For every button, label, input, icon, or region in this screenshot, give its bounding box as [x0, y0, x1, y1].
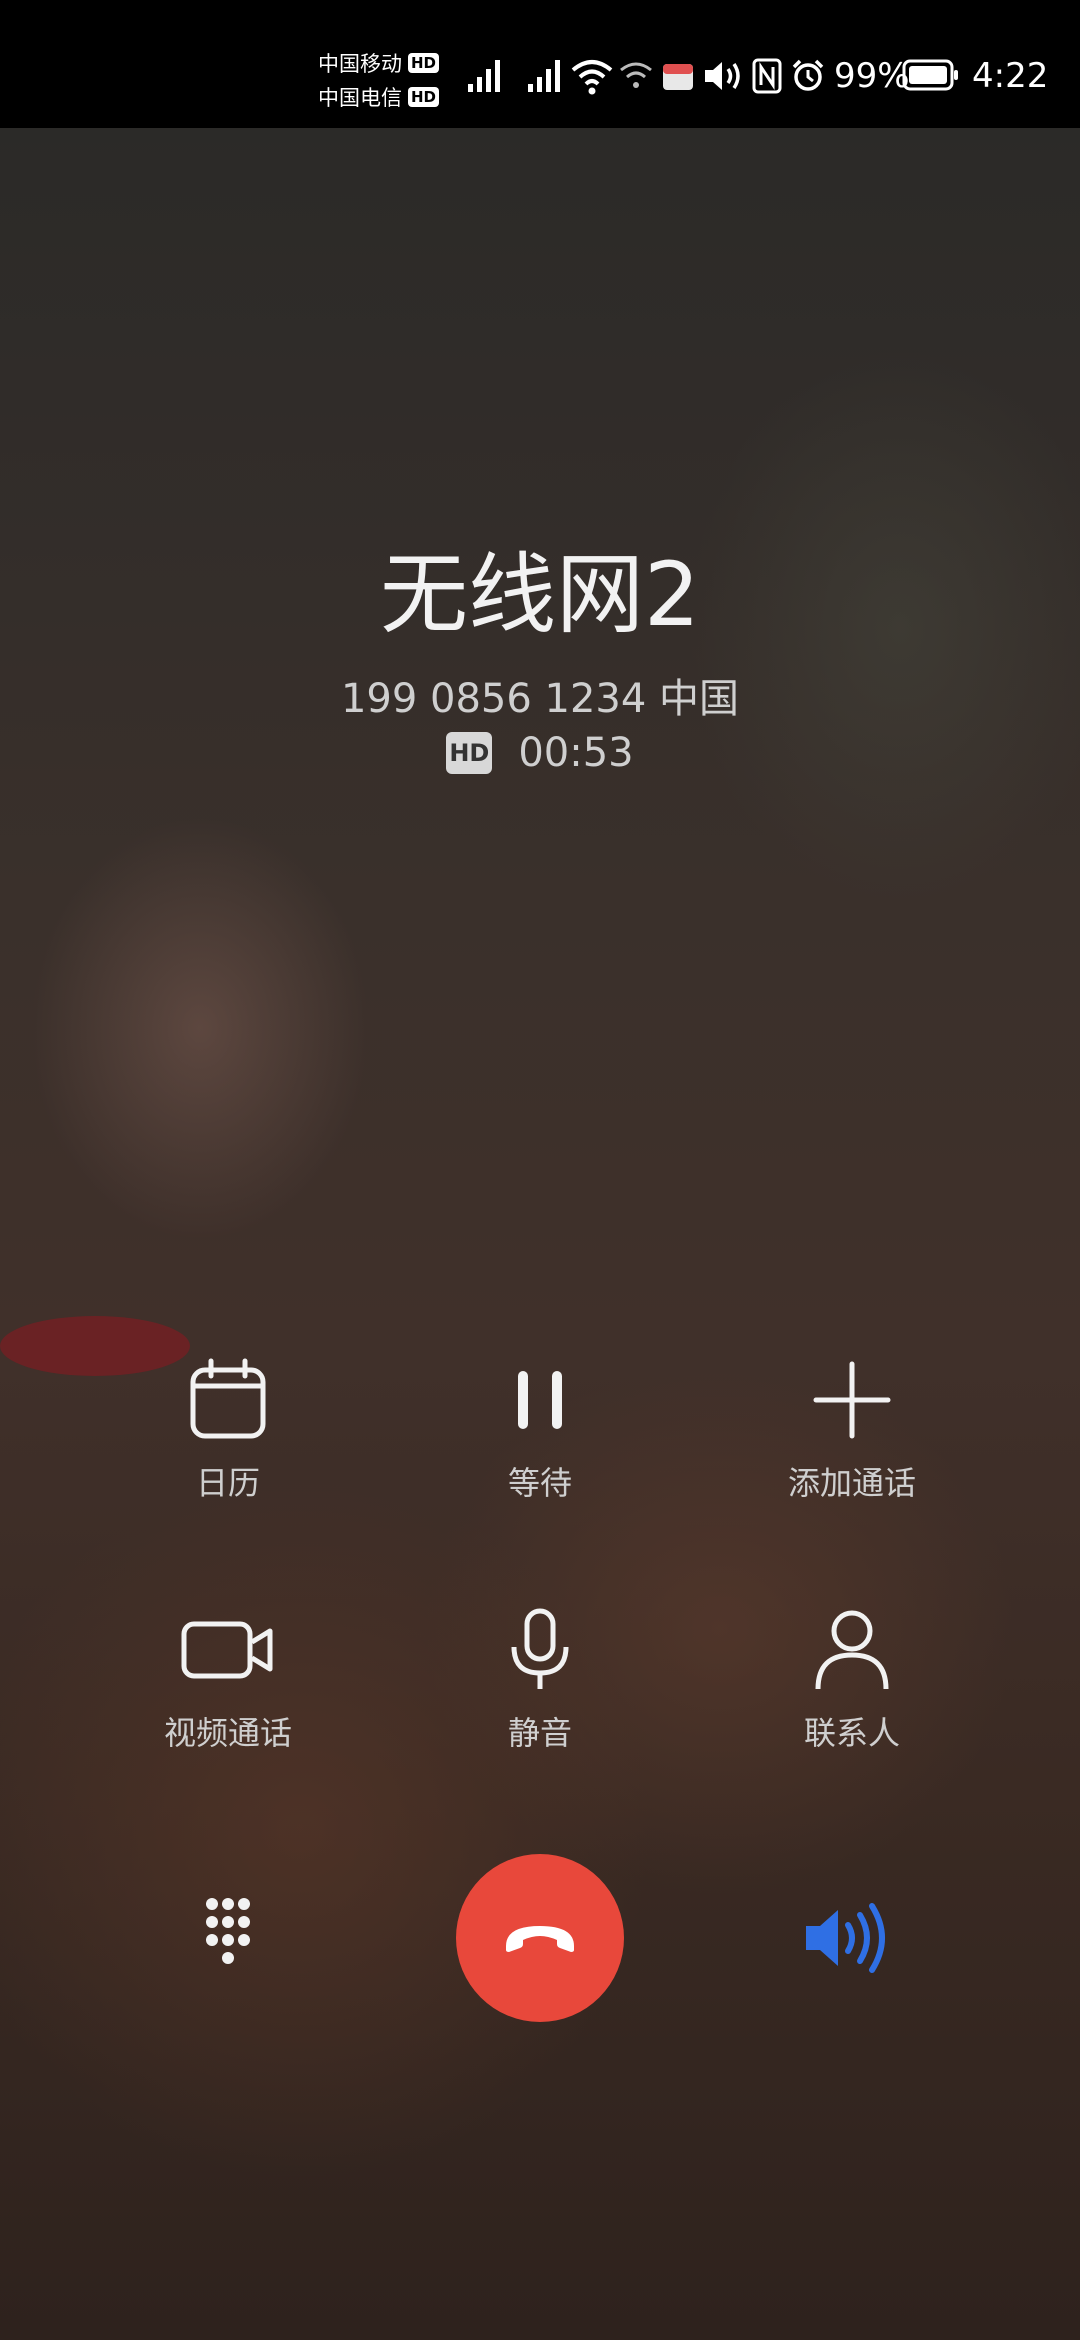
speaker-icon [806, 1903, 885, 1973]
calendar-label: 日历 [195, 1464, 260, 1502]
carrier-row-1: 中国移动 HD [318, 46, 448, 80]
mute-label: 静音 [507, 1714, 572, 1752]
end-call-button[interactable] [456, 1854, 624, 2022]
call-status-row: HD 00:53 [0, 730, 1080, 776]
end-call-icon [506, 1926, 574, 1952]
speaker-button[interactable] [800, 1888, 900, 1988]
video-camera-icon [181, 1621, 273, 1679]
carrier-2-name: 中国电信 [318, 86, 402, 110]
plus-icon [813, 1361, 891, 1439]
calendar-icon [190, 1358, 266, 1439]
dialpad-icon [206, 1898, 250, 1964]
carrier-1-name: 中国移动 [318, 52, 402, 76]
call-duration: 00:53 [518, 730, 634, 776]
alarm-icon [792, 59, 824, 91]
microphone-icon [511, 1608, 569, 1689]
add-call-label: 添加通话 [787, 1464, 916, 1502]
video-call-button[interactable]: 视频通话 [98, 1600, 358, 1754]
battery-icon [902, 59, 958, 91]
carrier-2-hd: HD [408, 87, 440, 107]
status-bar: 中国移动 HD 中国电信 HD 99% 4:22 [0, 0, 1080, 128]
notification-app-icon [663, 64, 693, 90]
wifi-icon [571, 60, 613, 95]
battery-percent: 99% [834, 56, 910, 96]
incall-screen: 中国移动 HD 中国电信 HD 99% 4:22 无线网2 199 0856 1… [0, 0, 1080, 2340]
contacts-label: 联系人 [803, 1714, 900, 1752]
add-call-button[interactable]: 添加通话 [722, 1350, 982, 1504]
mute-button[interactable]: 静音 [410, 1600, 670, 1754]
pause-icon [518, 1371, 562, 1429]
wifi-secondary-icon [620, 62, 652, 88]
dialpad-button[interactable] [178, 1888, 278, 1988]
signal-1-icon [468, 60, 500, 92]
caller-number: 199 0856 1234 中国 [340, 676, 740, 722]
signal-2-icon [528, 60, 560, 92]
calendar-button[interactable]: 日历 [98, 1350, 358, 1504]
caller-name: 无线网2 [380, 543, 700, 646]
person-icon [815, 1610, 889, 1690]
carrier-row-2: 中国电信 HD [318, 80, 448, 114]
hold-button[interactable]: 等待 [410, 1350, 670, 1504]
status-time: 4:22 [972, 56, 1049, 96]
volume-icon [705, 62, 740, 90]
carrier-1-hd: HD [408, 53, 440, 73]
carrier-info: 中国移动 HD 中国电信 HD [318, 46, 448, 114]
hold-label: 等待 [507, 1464, 572, 1502]
contacts-button[interactable]: 联系人 [722, 1600, 982, 1754]
video-call-label: 视频通话 [163, 1714, 292, 1752]
nfc-icon [752, 58, 782, 94]
hd-voice-badge: HD [446, 732, 493, 774]
